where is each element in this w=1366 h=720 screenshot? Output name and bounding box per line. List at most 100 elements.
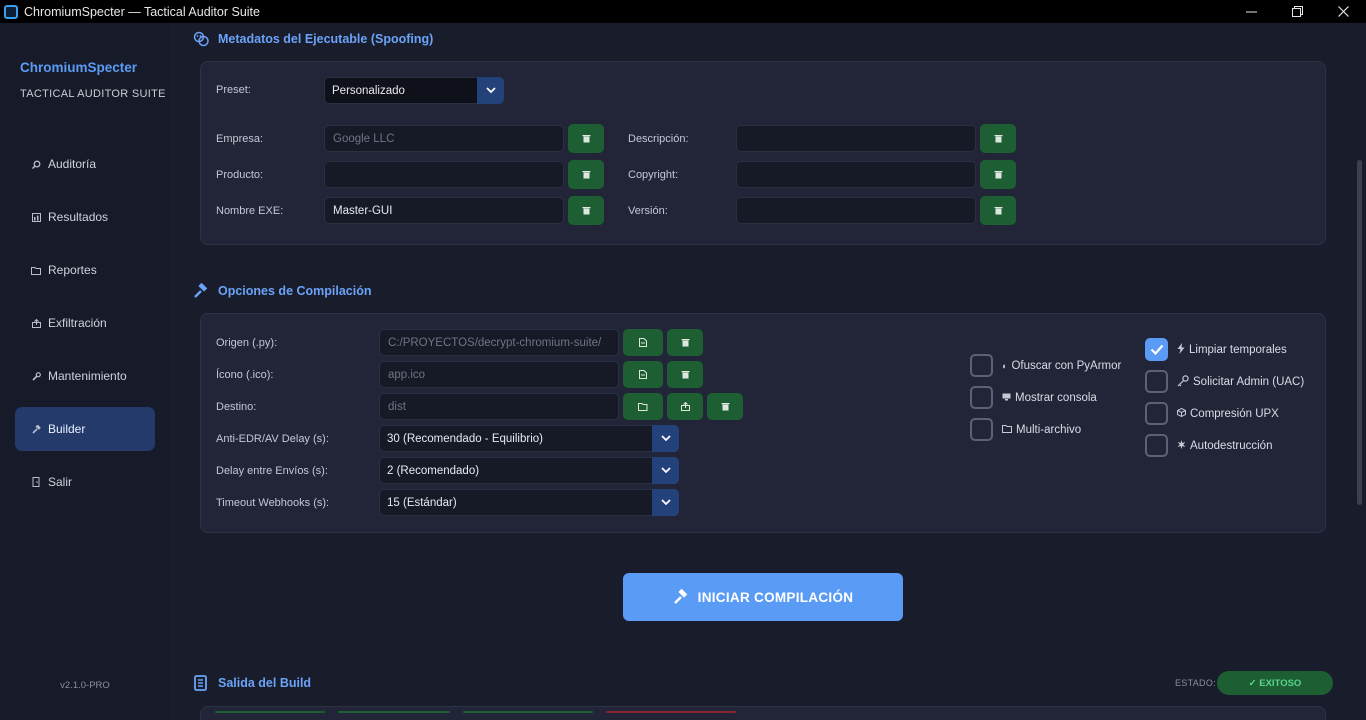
sidebar-item-salir[interactable]: Salir [15,460,155,504]
sidebar-item-label: Resultados [48,210,109,224]
compile-section-title: Opciones de Compilación [193,283,372,299]
chevron-down-icon [652,489,679,516]
checkbox-box[interactable] [970,418,993,441]
trash-icon [582,171,590,179]
brand-subtitle: TACTICAL AUDITOR SUITE [20,88,166,100]
checkbox-autodestruccion[interactable]: Autodestrucción [1145,434,1272,457]
origen-input[interactable]: C:/PROYECTOS/decrypt-chromium-suite/ [379,329,619,356]
version-label: Versión: [628,205,668,217]
wrench-icon [31,371,41,381]
empresa-input[interactable]: Google LLC [324,125,564,152]
output-tab-indicator [463,711,593,713]
clear-icono-button[interactable] [667,361,703,388]
nombre-exe-input[interactable]: Master-GUI [324,197,564,224]
checkbox-multiarchivo[interactable]: Multi-archivo [970,418,1081,441]
sidebar-item-reportes[interactable]: Reportes [15,248,155,292]
document-icon [193,675,209,691]
restore-button[interactable] [1274,0,1320,23]
preset-label: Preset: [216,84,251,96]
main-content: Metadatos del Ejecutable (Spoofing) Pres… [170,23,1366,720]
browse-origen-button[interactable] [623,329,663,356]
hammer-icon [193,283,209,299]
minimize-button[interactable] [1228,0,1274,23]
folder-open-icon [638,403,648,411]
producto-input[interactable] [324,161,564,188]
cube-icon [1177,407,1186,419]
output-tab-indicator [338,711,450,713]
copyright-label: Copyright: [628,169,679,181]
copyright-input[interactable] [736,161,976,188]
compile-panel: Origen (.py): C:/PROYECTOS/decrypt-chrom… [200,313,1326,533]
trash-icon [721,403,729,411]
clear-nombre-exe-button[interactable] [568,196,604,225]
sidebar-item-label: Reportes [48,263,97,277]
file-icon [639,370,647,379]
exit-icon [31,477,41,487]
sidebar-item-label: Mantenimiento [48,369,127,383]
checkbox-limpiar-temporales[interactable]: Limpiar temporales [1145,338,1287,361]
clear-producto-button[interactable] [568,160,604,189]
producto-label: Producto: [216,169,264,181]
destino-input[interactable]: dist [379,393,619,420]
window-title: ChromiumSpecter — Tactical Auditor Suite [24,4,260,19]
destino-label: Destino: [216,401,257,413]
checkbox-box[interactable] [970,354,993,377]
start-build-button[interactable]: INICIAR COMPILACIÓN [623,573,903,621]
sidebar: ChromiumSpecter TACTICAL AUDITOR SUITE A… [0,23,170,720]
title-bar: ChromiumSpecter — Tactical Auditor Suite [0,0,1366,23]
checkbox-pyarmor[interactable]: ◐ Ofuscar con PyArmor [970,354,1121,377]
trash-icon [582,135,590,143]
checkbox-admin-uac[interactable]: Solicitar Admin (UAC) [1145,370,1304,393]
sidebar-item-auditoria[interactable]: Auditoría [15,142,155,186]
sidebar-item-mantenimiento[interactable]: Mantenimiento [15,354,155,398]
clear-destino-button[interactable] [707,393,743,420]
clear-copyright-button[interactable] [980,160,1016,189]
sidebar-item-label: Auditoría [48,157,97,171]
clear-version-button[interactable] [980,196,1016,225]
close-button[interactable] [1320,0,1366,23]
hammer-icon [673,589,689,605]
sidebar-item-resultados[interactable]: Resultados [15,195,155,239]
checkbox-box[interactable] [970,386,993,409]
folder-icon [1002,424,1012,435]
open-destino-button[interactable] [667,393,703,420]
browse-destino-button[interactable] [623,393,663,420]
masks-icon [193,31,209,47]
minimize-icon [1245,11,1257,13]
checkbox-upx[interactable]: Compresión UPX [1145,402,1279,425]
upload-icon [31,318,41,328]
timeout-select[interactable]: 15 (Estándar) [379,489,679,516]
delay-envios-select[interactable]: 2 (Recomendado) [379,457,679,484]
clear-descripcion-button[interactable] [980,124,1016,153]
brand-title: ChromiumSpecter [20,60,138,75]
descripcion-label: Descripción: [628,133,689,145]
checkbox-consola[interactable]: Mostrar consola [970,386,1097,409]
icono-input[interactable]: app.ico [379,361,619,388]
clear-empresa-button[interactable] [568,124,604,153]
checkbox-box[interactable] [1145,402,1168,425]
key-icon [1177,374,1189,389]
checkbox-box[interactable] [1145,370,1168,393]
descripcion-input[interactable] [736,125,976,152]
browse-icono-button[interactable] [623,361,663,388]
checkbox-box-checked[interactable] [1145,338,1168,361]
chevron-down-icon [652,425,679,452]
checkbox-box[interactable] [1145,434,1168,457]
sidebar-item-label: Salir [48,475,73,489]
magnifier-icon [31,159,41,169]
app-icon [4,4,18,19]
anti-edr-select[interactable]: 30 (Recomendado - Equilibrio) [379,425,679,452]
vertical-scrollbar[interactable] [1357,160,1362,505]
preset-select[interactable]: Personalizado [324,77,504,104]
delay-envios-label: Delay entre Envíos (s): [216,465,328,477]
app-version: v2.1.0-PRO [60,680,110,691]
output-tab-indicator [215,711,325,713]
timeout-label: Timeout Webhooks (s): [216,497,330,509]
version-input[interactable] [736,197,976,224]
chevron-down-icon [477,77,504,104]
folder-icon [31,265,41,275]
sidebar-item-exfiltracion[interactable]: Exfiltración [15,301,155,345]
sidebar-item-builder[interactable]: Builder [15,407,155,451]
clear-origen-button[interactable] [667,329,703,356]
trash-icon [994,171,1002,179]
